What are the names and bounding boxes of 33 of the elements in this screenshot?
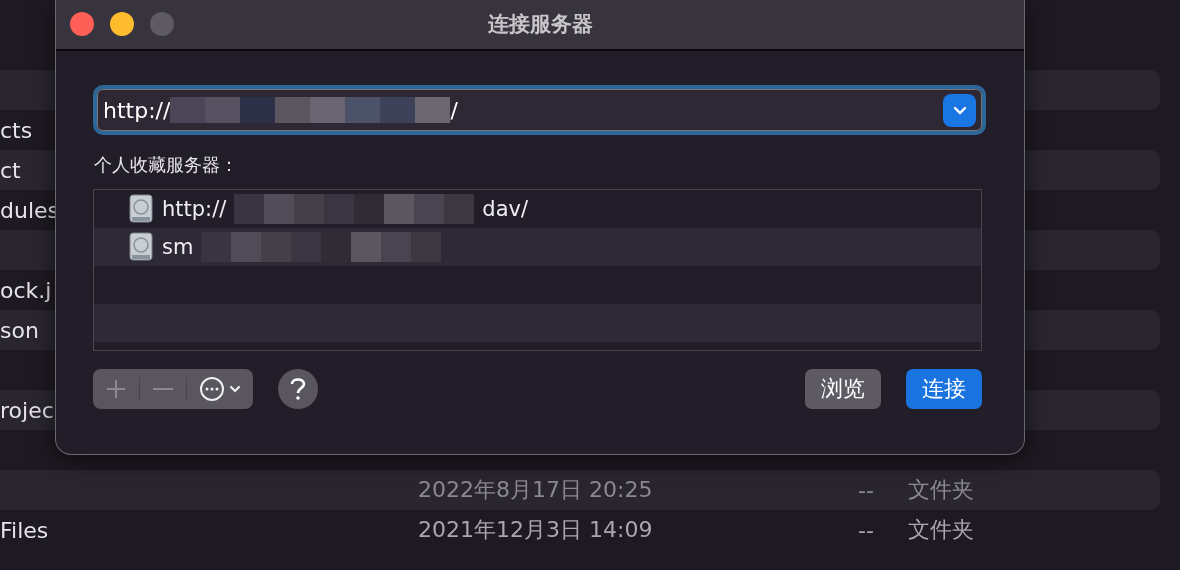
server-address[interactable]: dav/ [482, 197, 529, 221]
question-mark-icon [290, 377, 306, 401]
kind-text: 文件夹 [908, 516, 974, 544]
date-text: 2021年12月3日 14:09 [417, 516, 654, 544]
server-address[interactable]: sm [162, 235, 194, 259]
file-name: rojec [0, 397, 54, 423]
browse-button[interactable]: 浏览 [805, 369, 881, 409]
segmented-control[interactable] [93, 369, 253, 409]
more-icon[interactable] [199, 376, 243, 402]
size-text: -- [858, 477, 875, 503]
connect-button[interactable]: 连接 [906, 369, 982, 409]
file-name: son [0, 317, 39, 343]
chevron-down-icon [952, 105, 967, 115]
file-name: ct [0, 157, 21, 183]
help-button[interactable] [278, 369, 318, 409]
size-text: -- [858, 517, 875, 543]
drive-icon[interactable] [128, 194, 154, 224]
close-button[interactable] [70, 12, 94, 36]
dropdown-button[interactable] [943, 93, 976, 127]
drive-icon[interactable] [128, 232, 154, 262]
file-name: Files [0, 517, 49, 543]
kind-text: 文件夹 [908, 476, 974, 504]
address-field[interactable]: http:// / [93, 85, 986, 135]
server-address[interactable]: http:// [162, 197, 227, 221]
list-row[interactable]: sm [94, 228, 981, 266]
date-text: 2022年8月17日 20:25 [417, 476, 654, 504]
file-name: cts [0, 117, 33, 143]
address-text: http:// [103, 97, 171, 123]
address-text: / [450, 97, 458, 123]
minimize-button[interactable] [110, 12, 134, 36]
file-name: ock.j [0, 277, 52, 303]
favorites-label: 个人收藏服务器： [94, 153, 239, 177]
window-title: 连接服务器 [487, 11, 593, 38]
